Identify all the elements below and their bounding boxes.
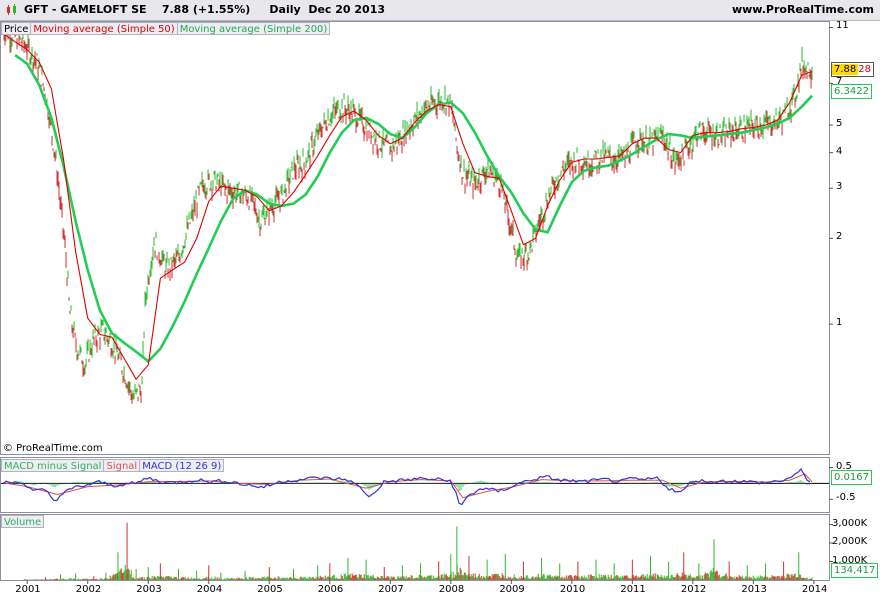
macd-y-tick-label: -0.5 [836,492,856,504]
price-last-badge: 7.88 28 [831,62,874,77]
candlestick-icon [7,4,16,15]
volume-last-value: 134,417 [834,565,876,576]
volume-legend: Volume [1,515,45,528]
price-panel [0,21,830,455]
x-tick-label: 2013 [741,584,767,595]
macd-last-value: 0.0167 [834,472,869,483]
price-y-tick-label: 1 [836,317,843,329]
x-tick-label: 2010 [559,584,586,595]
price-legend-item[interactable]: Moving average (Simple 200) [176,22,331,35]
price-legend-item[interactable]: Price [1,22,32,35]
macd-legend-item[interactable]: Signal [103,459,141,472]
price-legend: Price Moving average (Simple 50) Moving av… [1,22,331,35]
macd-legend-item[interactable]: MACD minus Signal [1,459,105,472]
macd-last-badge: 0.0167 [831,470,872,485]
x-tick-label: 2012 [680,584,707,595]
copyright-label: © ProRealTime.com [3,443,103,454]
volume-last-badge: 134,417 [831,563,879,578]
x-tick-label: 2008 [438,584,465,595]
price-y-tick-label: 4 [836,145,843,157]
x-tick-label: 2007 [378,584,404,595]
macd-legend-item[interactable]: MACD (12 26 9) [139,459,225,472]
x-tick-label: 2004 [196,584,223,595]
x-tick-label: 2002 [75,584,102,595]
price-y-tick-label: 2 [836,231,843,243]
price-y-tick-label: 11 [836,20,849,32]
ma200-last-badge: 6.3422 [831,84,872,99]
ma200-last-value: 6.3422 [834,86,869,97]
price-legend-item[interactable]: Moving average (Simple 50) [30,22,178,35]
volume-y-tick-label: 3,000K [832,517,868,529]
x-tick-label: 2011 [620,584,646,595]
price-last-value: 7.88 [832,64,859,75]
x-tick-label: 2009 [499,584,525,595]
chart-header: GFT - GAMELOFT SE 7.88 (+1.55%) Daily De… [0,0,880,21]
x-tick-label: 2006 [317,584,344,595]
volume-legend-item[interactable]: Volume [1,515,45,528]
price-y-tick-label: 3 [836,181,843,193]
x-tick-label: 2003 [136,584,162,595]
instrument-title: GFT - GAMELOFT SE 7.88 (+1.55%) Daily De… [24,3,386,16]
volume-y-tick-label: 2,000K [832,536,868,548]
x-tick-label: 2001 [15,584,41,595]
x-tick-label: 2005 [257,584,283,595]
price-last-suffix: 28 [858,64,871,75]
x-tick-label: 2014 [801,584,828,595]
chart-canvas [0,21,833,584]
site-link[interactable]: www.ProRealTime.com [732,3,874,16]
macd-legend: MACD minus Signal Signal MACD (12 26 9) [1,459,225,472]
price-y-tick-label: 5 [836,118,843,130]
